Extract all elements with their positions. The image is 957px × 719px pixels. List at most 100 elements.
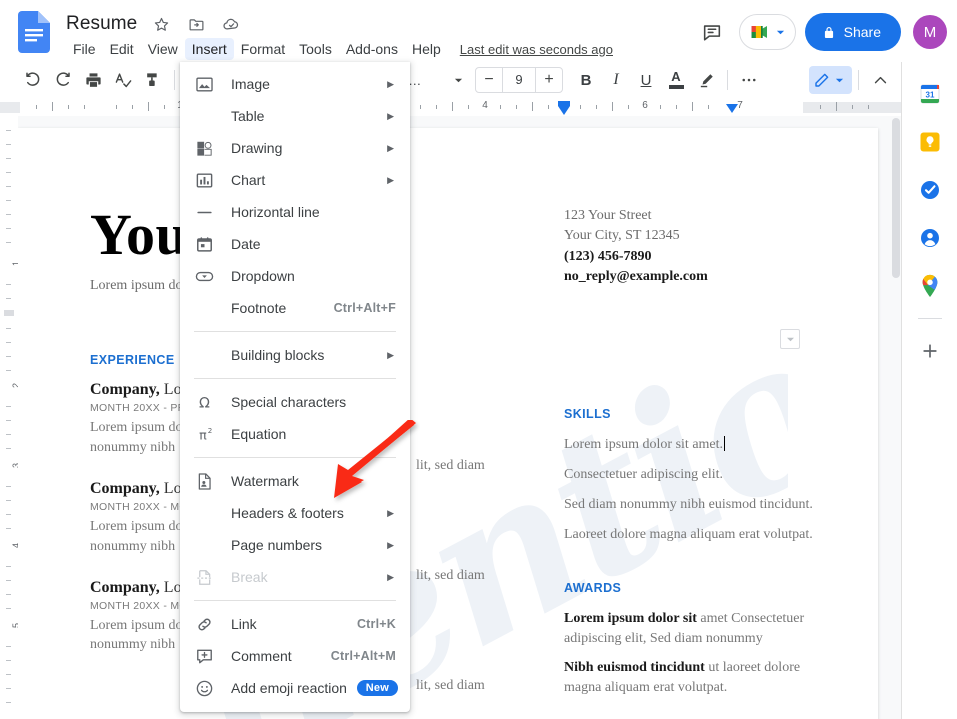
menu-insert[interactable]: Insert [184, 38, 234, 60]
menu-item-special-characters[interactable]: Ω Special characters [180, 386, 410, 418]
image-icon [194, 74, 214, 94]
document-scrollbar[interactable] [892, 118, 900, 278]
italic-button[interactable]: I [601, 65, 631, 95]
left-indent-marker[interactable] [558, 106, 570, 115]
dropdown-chip-placeholder[interactable] [780, 329, 800, 349]
menu-item-equation[interactable]: π 2 Equation [180, 418, 410, 450]
bold-button[interactable]: B [571, 65, 601, 95]
font-size-stepper[interactable]: − 9 + [475, 67, 563, 93]
menu-item-image[interactable]: Image ▶ [180, 68, 410, 100]
editing-mode-button[interactable] [809, 66, 852, 94]
paint-format-icon[interactable] [138, 65, 168, 95]
font-size-input[interactable]: 9 [502, 68, 536, 92]
menu-divider [194, 600, 396, 601]
menu-file[interactable]: File [66, 38, 103, 60]
side-panel-calendar[interactable]: 31 [902, 70, 957, 118]
ruler-number-4: 4 [482, 100, 488, 111]
watermark-icon [194, 471, 214, 491]
menu-edit[interactable]: Edit [103, 38, 141, 60]
right-indent-marker[interactable] [726, 104, 738, 113]
undo-icon[interactable] [18, 65, 48, 95]
menu-item-dropdown[interactable]: Dropdown [180, 260, 410, 292]
award-item: Lorem ipsum dolor sit amet Consectetuer … [564, 609, 814, 649]
print-icon[interactable] [78, 65, 108, 95]
clipped-text-fragment: lit, sed diam [416, 678, 485, 693]
google-docs-logo-icon[interactable] [18, 11, 50, 53]
star-icon[interactable] [150, 13, 172, 35]
menu-item-building-blocks[interactable]: Building blocks ▶ [180, 339, 410, 371]
side-panel-contacts[interactable] [902, 214, 957, 262]
insert-dropdown-menu[interactable]: Image ▶ Table ▶ Drawing ▶ Chart ▶ Horizontal lin… [180, 62, 410, 712]
horizontal-ruler[interactable]: 1 4 6 7 [0, 98, 901, 116]
equation-icon: π2 [194, 424, 214, 444]
cloud-saved-icon[interactable] [220, 13, 242, 35]
submenu-arrow-icon: ▶ [387, 174, 394, 185]
menu-tools[interactable]: Tools [292, 38, 339, 60]
menu-item-link[interactable]: Link Ctrl+K [180, 608, 410, 640]
tasks-icon [921, 181, 939, 199]
highlight-icon[interactable] [691, 65, 721, 95]
app-header: Resume File Edit View Insert Format Tool… [0, 0, 957, 62]
font-size-decrease-button[interactable]: − [476, 68, 502, 92]
menu-item-watermark[interactable]: Watermark [180, 465, 410, 497]
submenu-arrow-icon: ▶ [387, 539, 394, 550]
date-icon [194, 234, 214, 254]
vruler-margin-marker[interactable] [4, 310, 14, 316]
menu-item-label: Comment [231, 648, 292, 664]
menu-item-label: Headers & footers [231, 505, 344, 521]
text-color-button[interactable]: A [661, 65, 691, 95]
hide-menus-icon[interactable] [865, 65, 895, 95]
menu-item-comment[interactable]: Comment Ctrl+Alt+M [180, 640, 410, 672]
submenu-arrow-icon: ▶ [387, 349, 394, 360]
skill-item: Sed diam nonummy nibh euismod tincidunt. [564, 496, 813, 512]
side-panel-add-button[interactable] [902, 327, 957, 375]
menu-item-add-emoji-reaction[interactable]: Add emoji reaction New [180, 672, 410, 704]
ruler-number-7: 7 [737, 100, 743, 111]
side-panel-tasks[interactable] [902, 166, 957, 214]
document-page[interactable]: fientioo! You Lorem ipsum do EXPERIENCE … [18, 128, 878, 719]
spellcheck-icon[interactable] [108, 65, 138, 95]
document-title[interactable]: Resume [66, 13, 137, 35]
document-canvas[interactable]: fientioo! You Lorem ipsum do EXPERIENCE … [18, 116, 901, 719]
menu-view[interactable]: View [141, 38, 185, 60]
menu-item-chart[interactable]: Chart ▶ [180, 164, 410, 196]
share-button[interactable]: Share [804, 13, 901, 51]
skill-item: Laoreet dolore magna aliquam erat volutp… [564, 526, 813, 542]
menu-help[interactable]: Help [405, 38, 448, 60]
google-docs-window: Resume File Edit View Insert Format Tool… [0, 0, 957, 719]
last-edit-status[interactable]: Last edit was seconds ago [460, 42, 613, 57]
side-panel-keep[interactable] [902, 118, 957, 166]
side-panel-maps[interactable] [902, 262, 957, 310]
no-icon [194, 345, 214, 365]
avatar[interactable]: M [913, 15, 947, 49]
menu-item-footnote[interactable]: Footnote Ctrl+Alt+F [180, 292, 410, 324]
meet-button[interactable] [738, 14, 796, 50]
menu-item-label: Footnote [231, 300, 287, 316]
comment-history-icon[interactable] [694, 14, 730, 50]
formatting-toolbar: eath… − 9 + B I U A [0, 62, 901, 98]
toolbar-divider-3 [858, 70, 859, 90]
first-line-indent-marker[interactable] [558, 101, 570, 106]
menu-item-horizontal-line[interactable]: Horizontal line [180, 196, 410, 228]
vertical-ruler[interactable]: 1 2 3 4 5 [0, 116, 21, 719]
menu-format[interactable]: Format [234, 38, 292, 60]
menu-item-drawing[interactable]: Drawing ▶ [180, 132, 410, 164]
menu-item-table[interactable]: Table ▶ [180, 100, 410, 132]
redo-icon[interactable] [48, 65, 78, 95]
menu-item-label: Equation [231, 426, 287, 442]
move-to-folder-icon[interactable] [185, 13, 207, 35]
underline-button[interactable]: U [631, 65, 661, 95]
resume-right-column: 123 Your Street Your City, ST 12345 (123… [564, 206, 814, 708]
menu-item-headers-footers[interactable]: Headers & footers ▶ [180, 497, 410, 529]
more-options-icon[interactable] [734, 65, 764, 95]
toolbar-divider [174, 70, 175, 90]
side-panel-divider [917, 318, 942, 319]
job-role: Lo [163, 578, 182, 596]
menu-item-label: Building blocks [231, 347, 325, 363]
menu-item-date[interactable]: Date [180, 228, 410, 260]
menu-item-page-numbers[interactable]: Page numbers ▶ [180, 529, 410, 561]
menu-add-ons[interactable]: Add-ons [339, 38, 405, 60]
contact-city: Your City, ST 12345 [564, 228, 680, 244]
font-size-increase-button[interactable]: + [536, 68, 562, 92]
job-role: Lo [163, 479, 182, 497]
